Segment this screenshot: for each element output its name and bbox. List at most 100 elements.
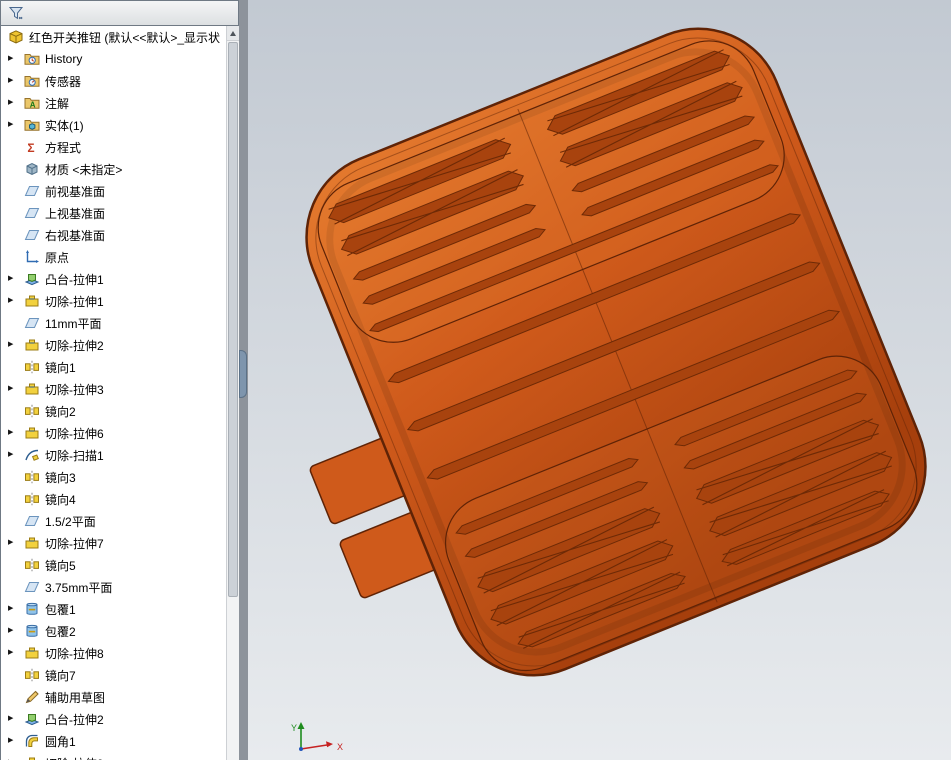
- tree-item[interactable]: ▶ 切除-拉伸1: [1, 290, 226, 312]
- tree-item-label: 方程式: [45, 140, 82, 155]
- expand-arrow-icon[interactable]: ▶: [8, 114, 19, 136]
- filter-funnel-icon[interactable]: [8, 5, 24, 21]
- scrollbar-thumb[interactable]: [228, 42, 238, 597]
- expand-arrow-icon[interactable]: ▶: [8, 422, 19, 444]
- mirror-icon: [24, 469, 40, 485]
- tree-item[interactable]: ▶ 切除-扫描1: [1, 444, 226, 466]
- tree-item-label: 原点: [45, 250, 70, 265]
- expand-arrow-icon[interactable]: ▶: [8, 48, 19, 70]
- tree-item[interactable]: ▶ 切除-拉伸9: [1, 752, 226, 760]
- tree-item-label: 1.5/2平面: [45, 514, 96, 529]
- cut-extrude-icon: [24, 425, 40, 441]
- tree-item[interactable]: ▶ 实体(1): [1, 114, 226, 136]
- splitter-handle[interactable]: [239, 350, 247, 398]
- tree-item-label: 右视基准面: [45, 228, 106, 243]
- tree-item-label: 切除-拉伸7: [45, 536, 104, 551]
- tree-item[interactable]: ▶ A 注解: [1, 92, 226, 114]
- mirror-icon: [24, 557, 40, 573]
- triad-z-axis-icon: [299, 747, 303, 751]
- tree-item[interactable]: 镜向1: [1, 356, 226, 378]
- panel-splitter[interactable]: [239, 0, 248, 760]
- tree-item[interactable]: ▶ 传感器: [1, 70, 226, 92]
- tree-item[interactable]: 材质 <未指定>: [1, 158, 226, 180]
- expand-arrow-icon[interactable]: ▶: [8, 334, 19, 356]
- tree-item[interactable]: ▶ 圆角1: [1, 730, 226, 752]
- tree-item-label: 切除-拉伸3: [45, 382, 104, 397]
- tree-item[interactable]: 1.5/2平面: [1, 510, 226, 532]
- solids-icon: [24, 117, 40, 133]
- tree-item[interactable]: 镜向3: [1, 466, 226, 488]
- history-icon: [24, 51, 40, 67]
- expand-arrow-icon[interactable]: ▶: [8, 752, 19, 760]
- annotations-icon: A: [24, 95, 40, 111]
- scroll-up-button[interactable]: [227, 26, 239, 41]
- expand-arrow-icon[interactable]: ▶: [8, 444, 19, 466]
- solidworks-window: 红色开关推钮 (默认<<默认>_显示状 ▶ History ▶ 传感器 ▶ A 注解 ▶ 实体(…: [0, 0, 951, 760]
- tree-item[interactable]: ▶ History: [1, 48, 226, 70]
- tree-item[interactable]: 11mm平面: [1, 312, 226, 334]
- tree-item[interactable]: 原点: [1, 246, 226, 268]
- expand-arrow-icon[interactable]: ▶: [8, 642, 19, 664]
- tree-item[interactable]: 右视基准面: [1, 224, 226, 246]
- featuremanager-toolbar: [0, 0, 239, 26]
- expand-arrow-icon[interactable]: ▶: [8, 290, 19, 312]
- expand-arrow-icon[interactable]: ▶: [8, 708, 19, 730]
- cut-extrude-icon: [24, 337, 40, 353]
- expand-arrow-icon[interactable]: ▶: [8, 598, 19, 620]
- tree-item-label: 凸台-拉伸2: [45, 712, 104, 727]
- tree-item[interactable]: 3.75mm平面: [1, 576, 226, 598]
- tree-item-label: 圆角1: [45, 734, 76, 749]
- tree-item[interactable]: ▶ 切除-拉伸7: [1, 532, 226, 554]
- tree-item[interactable]: ▶ 包覆2: [1, 620, 226, 642]
- tree-item[interactable]: ▶ 切除-拉伸6: [1, 422, 226, 444]
- tree-item[interactable]: ▶ 切除-拉伸2: [1, 334, 226, 356]
- tree-item[interactable]: ▶ 包覆1: [1, 598, 226, 620]
- triad-x-arrow-icon: [326, 741, 333, 748]
- mirror-icon: [24, 667, 40, 683]
- tree-item[interactable]: 镜向5: [1, 554, 226, 576]
- tree-item-label: 前视基准面: [45, 184, 106, 199]
- tree-item[interactable]: ▶ 凸台-拉伸2: [1, 708, 226, 730]
- expand-arrow-icon[interactable]: ▶: [8, 268, 19, 290]
- tree-item[interactable]: 镜向2: [1, 400, 226, 422]
- expand-arrow-icon[interactable]: ▶: [8, 70, 19, 92]
- tree-item-label: 切除-拉伸6: [45, 426, 104, 441]
- tree-item-list: ▶ History ▶ 传感器 ▶ A 注解 ▶ 实体(1) Σ 方程式 材质 <未指定> 前视基准面上…: [1, 48, 226, 760]
- expand-arrow-icon[interactable]: ▶: [8, 92, 19, 114]
- wrap-icon: [24, 623, 40, 639]
- tree-item[interactable]: 镜向7: [1, 664, 226, 686]
- mirror-icon: [24, 359, 40, 375]
- part-model-red-switch-button[interactable]: [248, 0, 951, 760]
- cut-extrude-icon: [24, 293, 40, 309]
- tree-item[interactable]: Σ 方程式: [1, 136, 226, 158]
- plane-icon: [24, 205, 40, 221]
- tree-item-label: 实体(1): [45, 118, 84, 133]
- tree-item[interactable]: ▶ 凸台-拉伸1: [1, 268, 226, 290]
- tree-root-item[interactable]: 红色开关推钮 (默认<<默认>_显示状: [1, 26, 226, 48]
- graphics-area[interactable]: Y X: [248, 0, 951, 760]
- expand-arrow-icon[interactable]: ▶: [8, 620, 19, 642]
- expand-arrow-icon[interactable]: ▶: [8, 378, 19, 400]
- tree-scrollbar[interactable]: [226, 26, 239, 760]
- tree-item[interactable]: 前视基准面: [1, 180, 226, 202]
- expand-arrow-icon[interactable]: ▶: [8, 730, 19, 752]
- triad-x-label: X: [337, 742, 343, 752]
- tree-item[interactable]: ▶ 切除-拉伸3: [1, 378, 226, 400]
- cut-extrude-icon: [24, 755, 40, 760]
- tree-item[interactable]: 辅助用草图: [1, 686, 226, 708]
- expand-arrow-icon[interactable]: ▶: [8, 532, 19, 554]
- tree-item-label: 传感器: [45, 74, 82, 89]
- scroll-up-icon: [230, 30, 236, 36]
- tree-item-label: 凸台-拉伸1: [45, 272, 104, 287]
- part-icon: [8, 29, 24, 45]
- tree-item[interactable]: ▶ 切除-拉伸8: [1, 642, 226, 664]
- tree-item-label: 包覆1: [45, 602, 76, 617]
- plane-icon: [24, 183, 40, 199]
- tree-item-label: 切除-拉伸9: [45, 755, 104, 760]
- tree-item[interactable]: 镜向4: [1, 488, 226, 510]
- mirror-icon: [24, 491, 40, 507]
- triad-y-arrow-icon: [297, 722, 305, 729]
- tree-root-label: 红色开关推钮 (默认<<默认>_显示状: [29, 30, 221, 45]
- tree-item-label: 切除-扫描1: [45, 448, 104, 463]
- tree-item[interactable]: 上视基准面: [1, 202, 226, 224]
